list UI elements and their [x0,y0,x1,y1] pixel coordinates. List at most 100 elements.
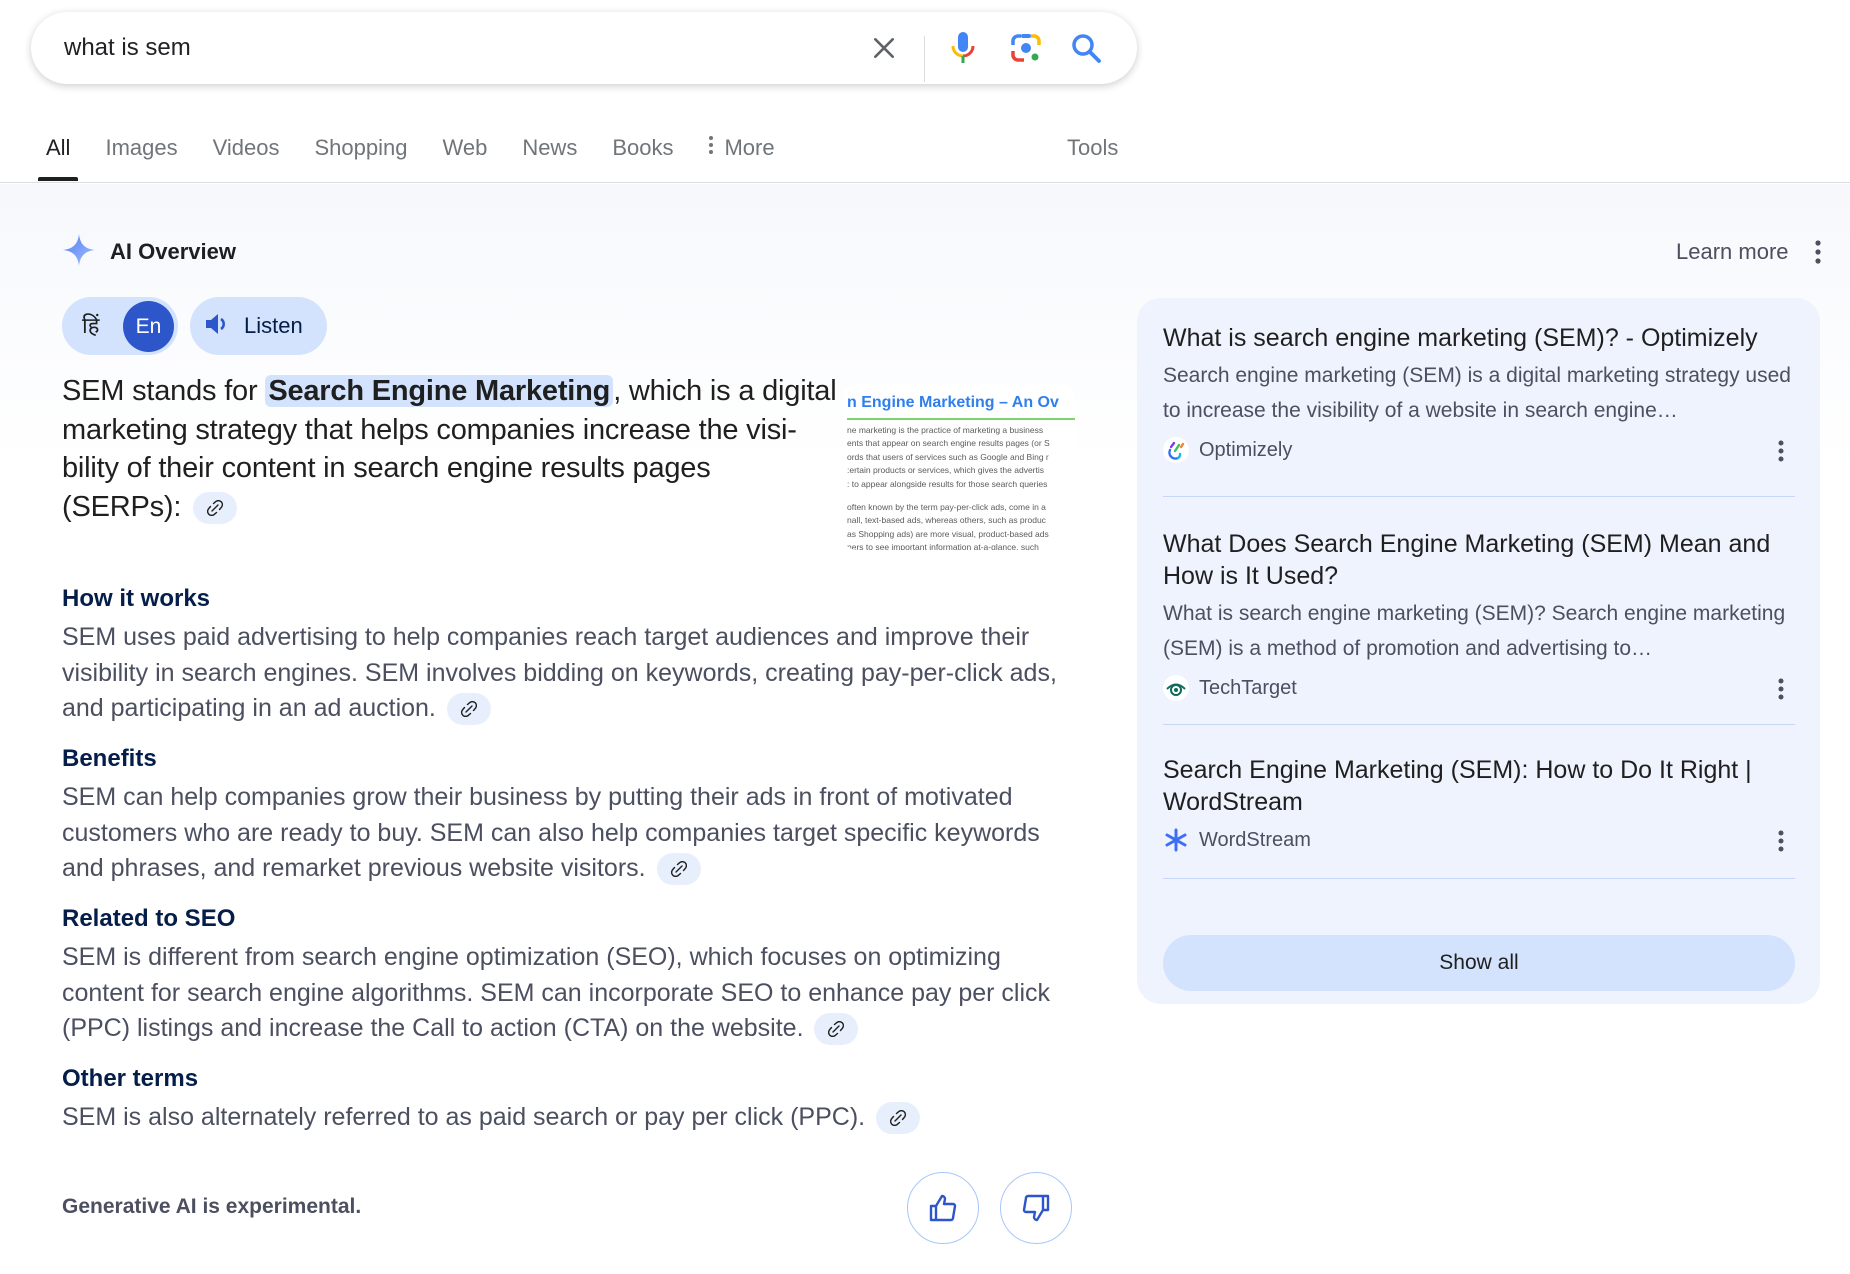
section-body: SEM is also alternately referred to as p… [62,1103,866,1131]
more-options-icon[interactable] [1773,676,1789,702]
language-toggle: हिं En [62,297,178,355]
thumbnail-title: n Engine Marketing – An Ov [847,394,1059,411]
speaker-icon [204,311,230,342]
tools-button[interactable]: Tools [1067,120,1118,176]
citation-link-button[interactable] [814,1013,859,1046]
learn-more-link[interactable]: Learn more [1676,234,1789,270]
citation-link-button[interactable] [193,491,238,524]
ai-overview-title: AI Overview [110,239,236,264]
section-other-terms: Other terms SEM is also alternately refe… [62,1062,1072,1136]
source-snippet: What is search engine marketing (SEM)? S… [1163,602,1786,660]
section-text: SEM is different from search engine opti… [62,940,1072,1047]
ai-overview-panel: AI Overview Learn more हिं En Listen SEM… [0,184,1850,1274]
search-tabs: All Images Videos Shopping Web News Book… [37,120,810,183]
tab-more[interactable]: More [708,120,775,183]
citation-link-button[interactable] [876,1102,921,1135]
thumbnail-line: :ertain products or services, which give… [847,465,1045,476]
thumbs-down-icon [1022,1194,1050,1222]
section-text: SEM uses paid advertising to help compan… [62,620,1072,727]
source-title[interactable]: Search Engine Marketing (SEM): How to Do… [1163,754,1795,818]
section-text: SEM is also alternately referred to as p… [62,1100,1072,1136]
techtarget-icon [1163,675,1189,701]
link-icon [670,861,687,878]
language-english-option[interactable]: En [123,301,174,352]
listen-button[interactable]: Listen [190,297,327,355]
tab-all[interactable]: All [37,120,80,183]
tab-web[interactable]: Web [442,120,487,183]
thumbnail-rule [847,418,1075,420]
lead-text-start: SEM stands for [62,375,266,407]
section-body: SEM can help companies grow their busine… [62,783,1040,882]
thumbnail-line: ne marketing is the practice of marketin… [847,425,1044,435]
language-hindi-option[interactable]: हिं [82,297,99,355]
sparkle-icon [62,233,96,272]
tab-books[interactable]: Books [612,120,673,183]
sources-card: What is search engine marketing (SEM)? -… [1137,298,1820,1004]
tab-shopping[interactable]: Shopping [314,120,407,183]
search-header: what is sem All Images Videos Shopping W… [0,0,1850,183]
link-icon [460,701,477,718]
search-box[interactable]: what is sem [31,12,1137,84]
link-icon [890,1110,907,1127]
source-item[interactable]: Search Engine Marketing (SEM): How to Do… [1163,754,1795,856]
thumbnail-line: : to appear alongside results for those … [847,478,1048,489]
highlighted-term: Search Engine Marketing [265,375,614,407]
thumbnail-line: ents that appear on search engine result… [847,438,1050,449]
thumbnail-line: often known by the term pay-per-click ad… [847,502,1046,513]
generative-ai-disclaimer: Generative AI is experimental. [62,1195,362,1218]
thumbnail-line: ners to see important information at-a-g… [847,542,1039,550]
thumbs-up-icon [929,1194,957,1222]
source-divider [1163,724,1795,725]
section-heading: Related to SEO [62,905,236,932]
link-icon [207,499,224,516]
source-divider [1163,878,1795,879]
source-title[interactable]: What is search engine marketing (SEM)? -… [1163,322,1795,354]
section-related-to-seo: Related to SEO SEM is different from sea… [62,902,1072,1047]
thumbnail-line: nall, text-based ads, whereas others, su… [847,515,1046,526]
thumbnail-line: ords that users of services such as Goog… [847,451,1049,462]
thumbnail-gap [847,491,1075,501]
tab-news[interactable]: News [522,120,577,183]
tab-more-label: More [724,135,775,160]
listen-label: Listen [244,313,303,338]
source-site-name: WordStream [1199,828,1311,851]
thumbnail-text: ne marketing is the practice of marketin… [847,424,1075,550]
section-heading: Other terms [62,1065,199,1092]
section-heading: Benefits [62,745,157,772]
source-thumbnail[interactable]: n Engine Marketing – An Ov ne marketing … [843,384,1075,550]
thumbs-down-button[interactable] [1000,1172,1072,1244]
source-item[interactable]: What Does Search Engine Marketing (SEM) … [1163,528,1795,704]
citation-link-button[interactable] [446,693,491,726]
more-vert-icon [708,120,714,176]
more-options-icon[interactable] [1773,828,1789,854]
show-all-button[interactable]: Show all [1163,935,1795,991]
tab-images[interactable]: Images [105,120,177,183]
microphone-icon[interactable] [943,28,983,68]
section-body: SEM is different from search engine opti… [62,943,1051,1042]
source-snippet: Search engine marketing (SEM) is a digit… [1163,364,1791,422]
source-site: TechTarget [1163,672,1795,704]
source-divider [1163,496,1795,497]
source-site-name: Optimizely [1199,438,1293,461]
source-site: WordStream [1163,824,1795,856]
link-icon [828,1021,845,1038]
source-title[interactable]: What Does Search Engine Marketing (SEM) … [1163,528,1795,592]
more-options-icon[interactable] [1773,438,1789,464]
citation-link-button[interactable] [656,853,701,886]
source-site-name: TechTarget [1199,676,1297,699]
more-options-icon[interactable] [1808,236,1828,268]
wordstream-icon [1163,827,1189,853]
search-icon[interactable] [1066,28,1106,68]
section-text: SEM can help companies grow their busine… [62,780,1072,887]
close-icon[interactable] [864,28,904,68]
search-divider [924,36,925,82]
tab-videos[interactable]: Videos [213,120,280,183]
search-input[interactable]: what is sem [64,12,191,84]
source-item[interactable]: What is search engine marketing (SEM)? -… [1163,322,1795,466]
overview-lead-paragraph: SEM stands for Search Engine Marketing, … [62,372,837,526]
source-site: Optimizely [1163,434,1795,466]
section-heading: How it works [62,585,211,612]
section-body: SEM uses paid advertising to help compan… [62,623,1057,722]
thumbs-up-button[interactable] [907,1172,979,1244]
lens-camera-icon[interactable] [1006,28,1046,68]
